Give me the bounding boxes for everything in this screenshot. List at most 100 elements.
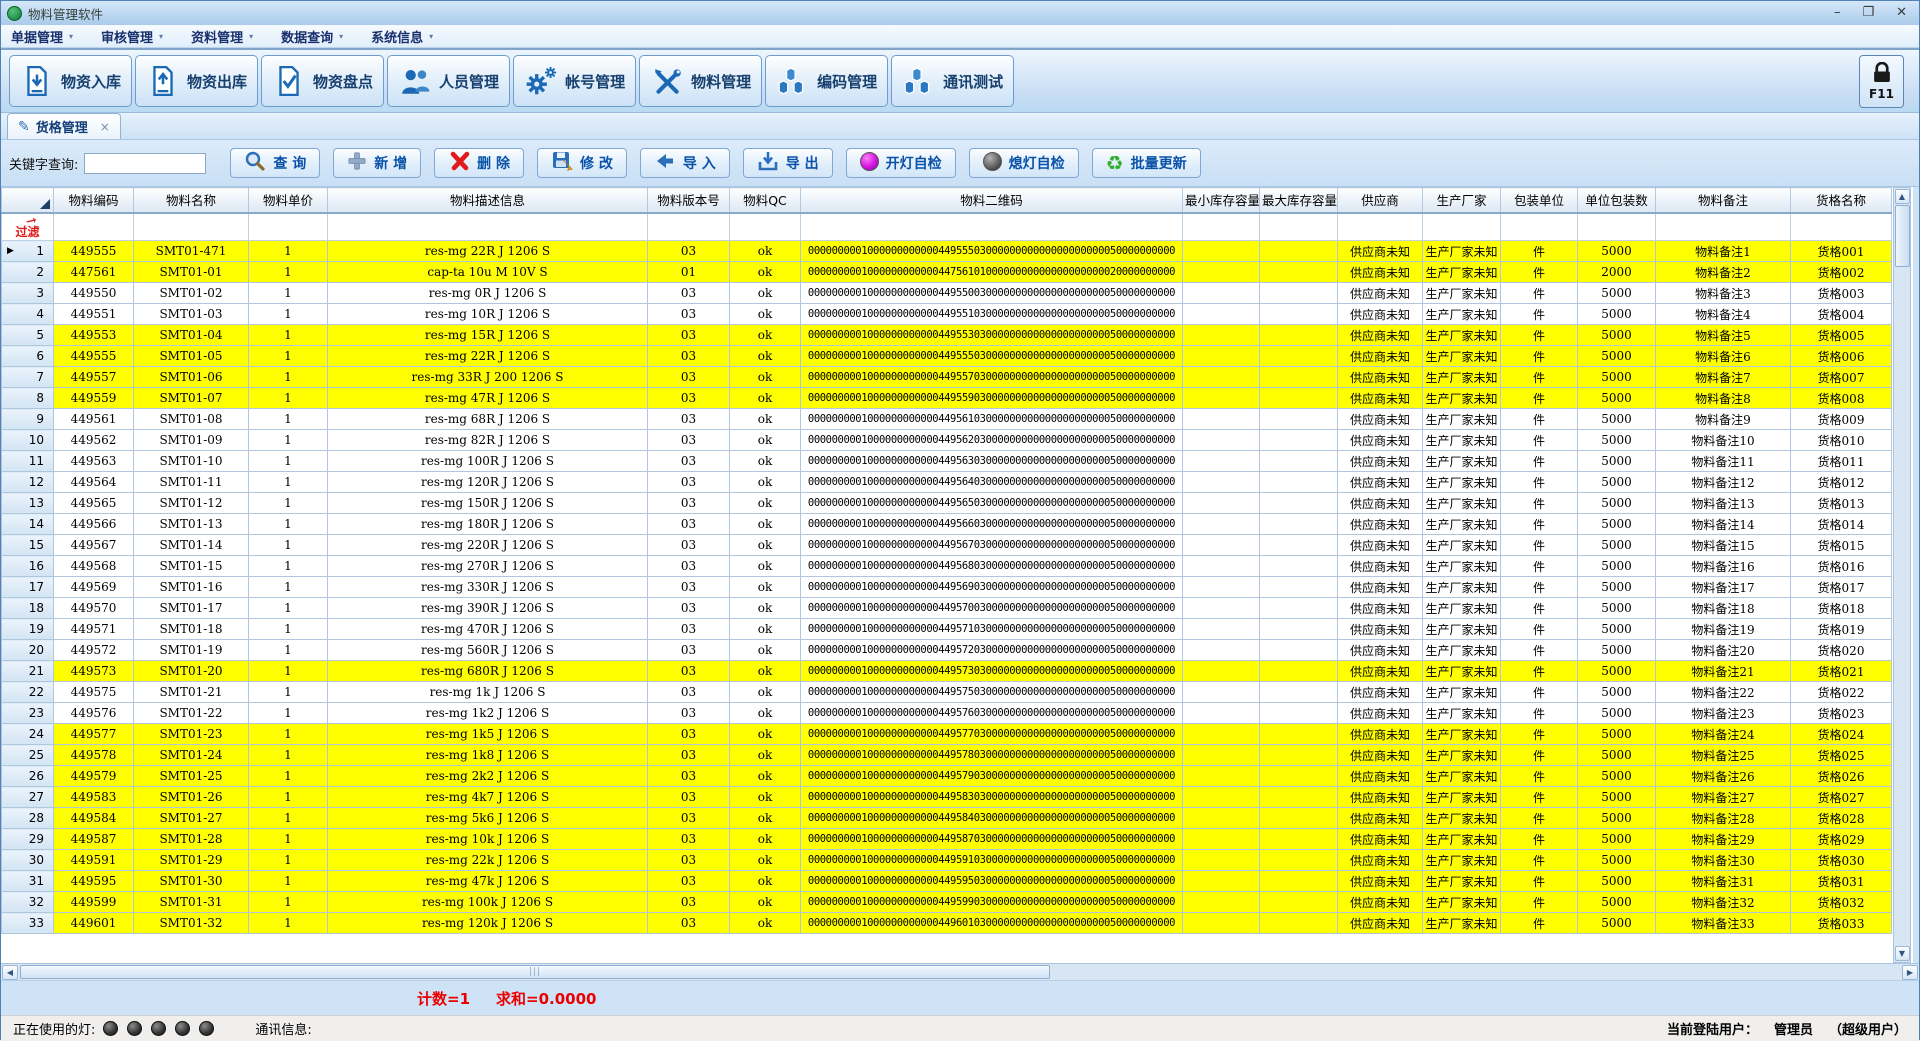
select-all-corner[interactable] bbox=[2, 188, 54, 213]
action-button-3[interactable]: 删 除 bbox=[434, 148, 524, 178]
table-row[interactable]: 31449595SMT01-301res-mg 47k J 1206 S03ok… bbox=[2, 871, 1892, 892]
filter-cell[interactable] bbox=[249, 213, 328, 241]
column-header[interactable]: 包装单位 bbox=[1501, 188, 1578, 213]
table-row[interactable]: 16449568SMT01-151res-mg 270R J 1206 S03o… bbox=[2, 556, 1892, 577]
column-header[interactable]: 物料名称 bbox=[134, 188, 249, 213]
filter-cell[interactable] bbox=[134, 213, 249, 241]
column-header[interactable]: 物料二维码 bbox=[801, 188, 1183, 213]
column-header[interactable]: 货格名称 bbox=[1791, 188, 1892, 213]
table-row[interactable]: 24449577SMT01-231res-mg 1k5 J 1206 S03ok… bbox=[2, 724, 1892, 745]
menu-item-3[interactable]: 资料管理▾ bbox=[191, 27, 253, 46]
toolbar-button-1[interactable]: 物资入库 bbox=[9, 55, 132, 107]
column-header[interactable]: 生产厂家 bbox=[1423, 188, 1501, 213]
table-row[interactable]: 20449572SMT01-191res-mg 560R J 1206 S03o… bbox=[2, 640, 1892, 661]
tab-huoge-guanli[interactable]: ✎ 货格管理 × bbox=[7, 113, 121, 139]
column-header[interactable]: 最小库存容量 bbox=[1183, 188, 1260, 213]
toolbar-button-5[interactable]: 帐号管理 bbox=[513, 55, 636, 107]
lock-f11-button[interactable]: F11 bbox=[1859, 55, 1904, 108]
toolbar-button-8[interactable]: 通讯测试 bbox=[891, 55, 1014, 107]
filter-cell[interactable] bbox=[1338, 213, 1423, 241]
table-row[interactable]: 21449573SMT01-201res-mg 680R J 1206 S03o… bbox=[2, 661, 1892, 682]
table-row[interactable]: 30449591SMT01-291res-mg 22k J 1206 S03ok… bbox=[2, 850, 1892, 871]
table-row[interactable]: 29449587SMT01-281res-mg 10k J 1206 S03ok… bbox=[2, 829, 1892, 850]
filter-cell[interactable] bbox=[54, 213, 134, 241]
menu-item-1[interactable]: 单据管理▾ bbox=[11, 27, 73, 46]
filter-cell[interactable] bbox=[1183, 213, 1260, 241]
horizontal-scrollbar[interactable]: ◀ ||| ▶ bbox=[1, 963, 1919, 981]
filter-cell[interactable] bbox=[648, 213, 730, 241]
toolbar-button-3[interactable]: 物资盘点 bbox=[261, 55, 384, 107]
filter-cell[interactable] bbox=[1501, 213, 1578, 241]
column-header[interactable]: 物料编码 bbox=[54, 188, 134, 213]
action-button-6[interactable]: 导 出 bbox=[743, 148, 833, 178]
filter-cell[interactable] bbox=[801, 213, 1183, 241]
action-button-7[interactable]: 开灯自检 bbox=[846, 148, 956, 178]
action-button-4[interactable]: 修 改 bbox=[537, 148, 627, 178]
table-row[interactable]: 18449570SMT01-171res-mg 390R J 1206 S03o… bbox=[2, 598, 1892, 619]
table-row[interactable]: 33449601SMT01-321res-mg 120k J 1206 S03o… bbox=[2, 913, 1892, 934]
table-row[interactable]: 27449583SMT01-261res-mg 4k7 J 1206 S03ok… bbox=[2, 787, 1892, 808]
filter-cell[interactable] bbox=[328, 213, 648, 241]
column-header[interactable]: 物料版本号 bbox=[648, 188, 730, 213]
table-row[interactable]: 4449551SMT01-031res-mg 10R J 1206 S03ok0… bbox=[2, 304, 1892, 325]
table-row[interactable]: 7449557SMT01-061res-mg 33R J 200 1206 S0… bbox=[2, 367, 1892, 388]
toolbar-button-6[interactable]: 物料管理 bbox=[639, 55, 762, 107]
action-button-2[interactable]: 新 增 bbox=[333, 148, 421, 178]
column-header[interactable]: 物料描述信息 bbox=[328, 188, 648, 213]
close-button[interactable]: ✕ bbox=[1896, 2, 1907, 24]
table-row[interactable]: 2447561SMT01-011cap-ta 10u M 10V S01ok00… bbox=[2, 262, 1892, 283]
table-row[interactable]: 8449559SMT01-071res-mg 47R J 1206 S03ok0… bbox=[2, 388, 1892, 409]
scroll-right-icon[interactable]: ▶ bbox=[1902, 965, 1918, 980]
filter-cell[interactable] bbox=[1578, 213, 1656, 241]
scroll-left-icon[interactable]: ◀ bbox=[2, 965, 18, 980]
column-header[interactable]: 单位包装数 bbox=[1578, 188, 1656, 213]
column-header[interactable]: 物料备注 bbox=[1656, 188, 1791, 213]
toolbar-button-4[interactable]: 人员管理 bbox=[387, 55, 510, 107]
table-row[interactable]: 13449565SMT01-121res-mg 150R J 1206 S03o… bbox=[2, 493, 1892, 514]
table-row[interactable]: 19449571SMT01-181res-mg 470R J 1206 S03o… bbox=[2, 619, 1892, 640]
table-row[interactable]: 3449550SMT01-021res-mg 0R J 1206 S03ok00… bbox=[2, 283, 1892, 304]
table-row[interactable]: 10449562SMT01-091res-mg 82R J 1206 S03ok… bbox=[2, 430, 1892, 451]
action-button-5[interactable]: 导 入 bbox=[640, 148, 730, 178]
filter-cell[interactable] bbox=[1423, 213, 1501, 241]
table-row[interactable]: 23449576SMT01-221res-mg 1k2 J 1206 S03ok… bbox=[2, 703, 1892, 724]
toolbar-button-7[interactable]: 编码管理 bbox=[765, 55, 888, 107]
action-button-8[interactable]: 熄灯自检 bbox=[969, 148, 1079, 178]
scroll-up-icon[interactable]: ▲ bbox=[1895, 189, 1910, 204]
table-row[interactable]: 28449584SMT01-271res-mg 5k6 J 1206 S03ok… bbox=[2, 808, 1892, 829]
table-row[interactable]: 15449567SMT01-141res-mg 220R J 1206 S03o… bbox=[2, 535, 1892, 556]
menu-item-5[interactable]: 系统信息▾ bbox=[371, 27, 433, 46]
column-header[interactable]: 最大库存容量 bbox=[1260, 188, 1338, 213]
action-button-1[interactable]: 查 询 bbox=[230, 148, 320, 178]
table-row[interactable]: 26449579SMT01-251res-mg 2k2 J 1206 S03ok… bbox=[2, 766, 1892, 787]
column-header[interactable]: 物料QC bbox=[730, 188, 801, 213]
toolbar-button-2[interactable]: 物资出库 bbox=[135, 55, 258, 107]
menu-item-2[interactable]: 审核管理▾ bbox=[101, 27, 163, 46]
table-row[interactable]: 25449578SMT01-241res-mg 1k8 J 1206 S03ok… bbox=[2, 745, 1892, 766]
maximize-button[interactable]: ❐ bbox=[1862, 2, 1874, 24]
table-row[interactable]: 17449569SMT01-161res-mg 330R J 1206 S03o… bbox=[2, 577, 1892, 598]
table-row[interactable]: 6449555SMT01-051res-mg 22R J 1206 S03ok0… bbox=[2, 346, 1892, 367]
vertical-scroll-thumb[interactable] bbox=[1895, 205, 1910, 267]
table-row[interactable]: 9449561SMT01-081res-mg 68R J 1206 S03ok0… bbox=[2, 409, 1892, 430]
table-row[interactable]: ▶1449555SMT01-4711res-mg 22R J 1206 S03o… bbox=[2, 241, 1892, 262]
scroll-down-icon[interactable]: ▼ bbox=[1895, 946, 1910, 961]
table-row[interactable]: 22449575SMT01-211res-mg 1k J 1206 S03ok0… bbox=[2, 682, 1892, 703]
tab-close-icon[interactable]: × bbox=[100, 120, 110, 134]
table-row[interactable]: 5449553SMT01-041res-mg 15R J 1206 S03ok0… bbox=[2, 325, 1892, 346]
filter-cell[interactable] bbox=[730, 213, 801, 241]
column-header[interactable]: 物料单价 bbox=[249, 188, 328, 213]
filter-cell[interactable] bbox=[1260, 213, 1338, 241]
minimize-button[interactable]: – bbox=[1834, 2, 1841, 24]
table-row[interactable]: 32449599SMT01-311res-mg 100k J 1206 S03o… bbox=[2, 892, 1892, 913]
horizontal-scroll-thumb[interactable]: ||| bbox=[20, 965, 1050, 979]
filter-cell[interactable] bbox=[1656, 213, 1791, 241]
vertical-scrollbar[interactable]: ▲ ▼ bbox=[1893, 187, 1911, 963]
menu-item-4[interactable]: 数据查询▾ bbox=[281, 27, 343, 46]
table-row[interactable]: 14449566SMT01-131res-mg 180R J 1206 S03o… bbox=[2, 514, 1892, 535]
action-button-9[interactable]: ♻批量更新 bbox=[1092, 148, 1201, 178]
table-row[interactable]: 12449564SMT01-111res-mg 120R J 1206 S03o… bbox=[2, 472, 1892, 493]
filter-cell[interactable] bbox=[1791, 213, 1892, 241]
keyword-input[interactable] bbox=[84, 153, 206, 174]
column-header[interactable]: 供应商 bbox=[1338, 188, 1423, 213]
